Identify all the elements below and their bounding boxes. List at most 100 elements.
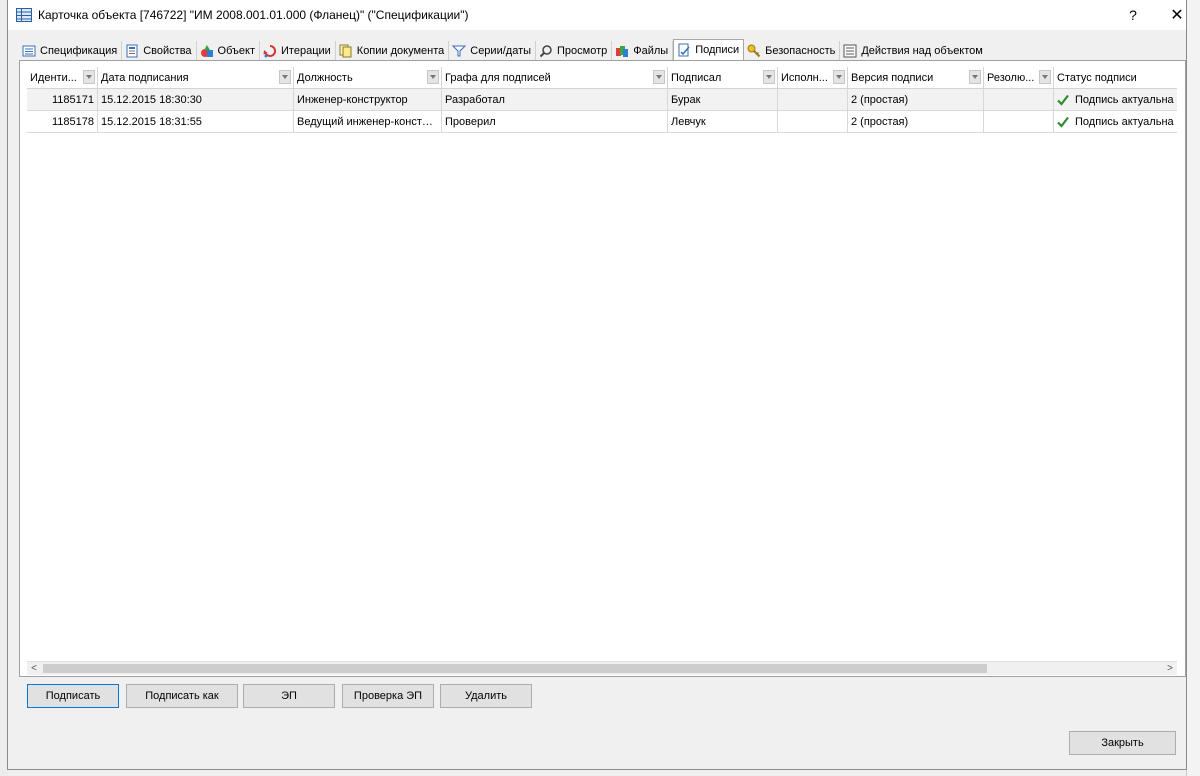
tab-label: Копии документа (356, 44, 445, 57)
window-title: Карточка объекта [746722] "ИМ 2008.001.0… (38, 8, 469, 22)
status-text: Подпись актуальна (1075, 93, 1174, 106)
column-header-sign-status[interactable]: Статус подписи (1054, 67, 1177, 89)
cell-sign-version[interactable]: 2 (простая) (848, 89, 984, 111)
column-dropdown-icon[interactable] (83, 70, 95, 84)
delete-button[interactable]: Удалить (440, 684, 532, 708)
column-header-id[interactable]: Иденти... (27, 67, 98, 89)
cell-executor[interactable] (778, 89, 848, 111)
tab-object-actions[interactable]: Действия над объектом (840, 41, 987, 60)
list-icon (22, 45, 36, 56)
cell-id[interactable]: 1185178 (27, 111, 98, 133)
cell-signer[interactable]: Левчук (668, 111, 778, 133)
magnifier-icon (539, 44, 552, 57)
cell-signer[interactable]: Бурак (668, 89, 778, 111)
column-header-label: Статус подписи (1057, 72, 1137, 84)
column-header-label: Должность (297, 72, 353, 84)
scroll-left-button[interactable]: < (27, 662, 41, 675)
column-header-label: Версия подписи (851, 72, 934, 84)
column-header-label: Иденти... (30, 72, 77, 84)
column-header-position[interactable]: Должность (294, 67, 442, 89)
cell-signature-field[interactable]: Проверил (442, 111, 668, 133)
tab-properties[interactable]: Свойства (122, 41, 197, 60)
tab-files[interactable]: Файлы (612, 41, 674, 60)
close-window-button[interactable]: ✕ (1154, 0, 1200, 30)
column-dropdown-icon[interactable] (1039, 70, 1051, 84)
column-header-executor[interactable]: Исполн... (778, 67, 848, 89)
tab-iterations[interactable]: Итерации (260, 41, 336, 60)
ep-button[interactable]: ЭП (243, 684, 335, 708)
column-dropdown-icon[interactable] (969, 70, 981, 84)
tab-label: Файлы (633, 44, 669, 57)
column-header-signature-field[interactable]: Графа для подписей (442, 67, 668, 89)
status-text: Подпись актуальна (1075, 115, 1174, 128)
tab-security[interactable]: Безопасность (744, 41, 841, 60)
key-icon (747, 44, 761, 57)
cell-signature-field[interactable]: Разработал (442, 89, 668, 111)
tab-label: Серии/даты (470, 44, 532, 57)
tab-preview[interactable]: Просмотр (536, 41, 613, 60)
cell-executor[interactable] (778, 111, 848, 133)
object-card-window: Карточка объекта [746722] "ИМ 2008.001.0… (7, 0, 1187, 770)
copies-icon (339, 44, 352, 57)
scroll-right-button[interactable]: > (1163, 662, 1177, 675)
tab-label: Подписи (695, 44, 740, 56)
tab-document-copies[interactable]: Копии документа (336, 41, 450, 60)
tab-object[interactable]: Объект (197, 41, 261, 60)
sign-button[interactable]: Подписать (27, 684, 119, 708)
title-bar: Карточка объекта [746722] "ИМ 2008.001.0… (8, 0, 1186, 30)
signature-icon (678, 43, 690, 57)
checkmark-icon (1057, 94, 1069, 106)
cell-sign-status[interactable]: Подпись актуальна (1054, 89, 1177, 111)
help-button[interactable]: ? (1110, 0, 1156, 30)
column-header-resolution[interactable]: Резолю... (984, 67, 1054, 89)
tab-series-dates[interactable]: Серии/даты (449, 41, 537, 60)
shapes-icon (200, 44, 213, 57)
signatures-grid: Иденти... Дата подписания Должность Граф… (19, 60, 1186, 677)
cell-resolution[interactable] (984, 111, 1054, 133)
properties-icon (126, 44, 138, 57)
column-dropdown-icon[interactable] (279, 70, 291, 84)
tab-label: Просмотр (557, 44, 608, 57)
check-ep-button[interactable]: Проверка ЭП (342, 684, 434, 708)
tab-label: Действия над объектом (861, 44, 983, 57)
scroll-thumb[interactable] (43, 664, 987, 673)
tab-label: Спецификация (40, 44, 118, 57)
tab-specification[interactable]: Спецификация (19, 41, 123, 60)
tab-label: Итерации (281, 44, 331, 57)
checkmark-icon (1057, 116, 1069, 128)
filter-icon (452, 45, 467, 56)
cell-sign-date[interactable]: 15.12.2015 18:30:30 (98, 89, 294, 111)
column-header-label: Дата подписания (101, 72, 189, 84)
column-header-sign-date[interactable]: Дата подписания (98, 67, 294, 89)
column-dropdown-icon[interactable] (763, 70, 775, 84)
tab-strip: Спецификация Свойства Объект Итерации Ко… (19, 39, 987, 60)
tab-label: Свойства (143, 44, 192, 57)
horizontal-scrollbar[interactable]: < > (27, 661, 1177, 675)
cell-sign-date[interactable]: 15.12.2015 18:31:55 (98, 111, 294, 133)
column-header-label: Исполн... (781, 72, 828, 84)
tab-signatures[interactable]: Подписи (673, 39, 745, 60)
cell-position[interactable]: Ведущий инженер-констру... (294, 111, 442, 133)
column-dropdown-icon[interactable] (653, 70, 665, 84)
close-button[interactable]: Закрыть (1069, 731, 1176, 755)
column-header-label: Подписал (671, 72, 722, 84)
background-app-right-edge (1186, 0, 1200, 776)
files-icon (616, 45, 629, 57)
cell-resolution[interactable] (984, 89, 1054, 111)
grid-viewport: Иденти... Дата подписания Должность Граф… (27, 67, 1177, 661)
cell-sign-status[interactable]: Подпись актуальна (1054, 111, 1177, 133)
cell-position[interactable]: Инженер-конструктор (294, 89, 442, 111)
column-header-sign-version[interactable]: Версия подписи (848, 67, 984, 89)
table-icon (16, 8, 32, 22)
tab-label: Объект (217, 44, 256, 57)
sign-as-button[interactable]: Подписать как (126, 684, 238, 708)
column-header-label: Графа для подписей (445, 72, 551, 84)
column-dropdown-icon[interactable] (833, 70, 845, 84)
tab-label: Безопасность (765, 44, 836, 57)
column-dropdown-icon[interactable] (427, 70, 439, 84)
iterations-icon (263, 44, 277, 57)
column-header-label: Резолю... (987, 72, 1035, 84)
cell-id[interactable]: 1185171 (27, 89, 98, 111)
cell-sign-version[interactable]: 2 (простая) (848, 111, 984, 133)
column-header-signer[interactable]: Подписал (668, 67, 778, 89)
